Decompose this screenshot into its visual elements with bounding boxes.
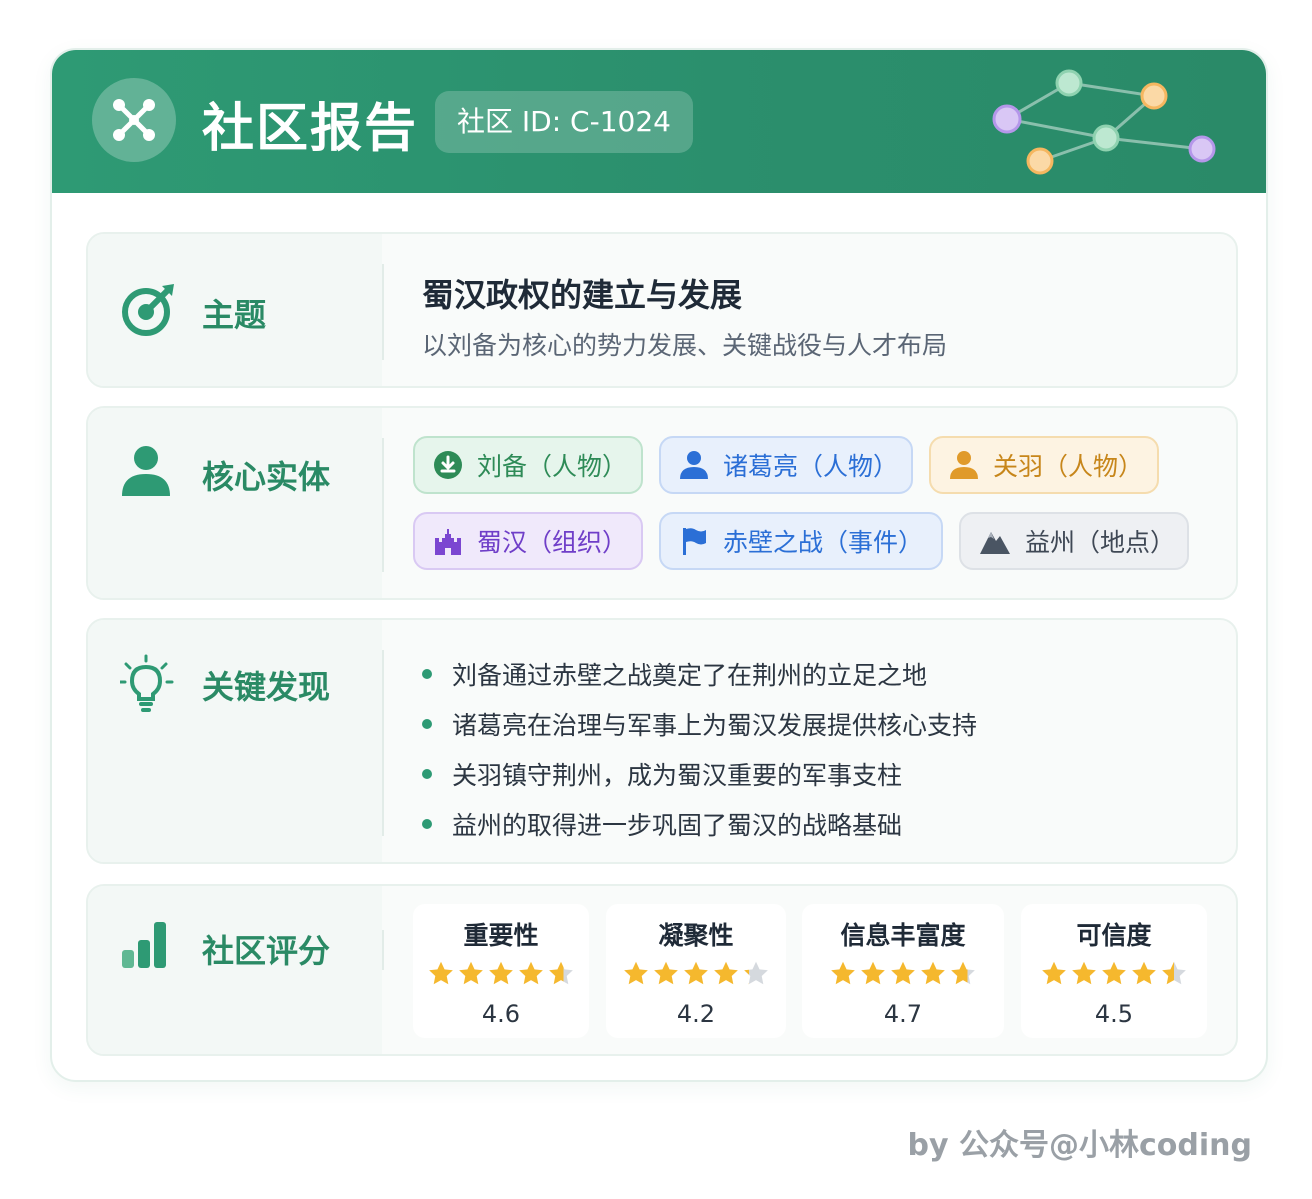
- finding-item: 诸葛亮在治理与军事上为蜀汉发展提供核心支持: [422, 706, 977, 742]
- star-icon: [1102, 961, 1126, 985]
- star-icon: [951, 961, 975, 985]
- star-icon: [489, 961, 513, 985]
- page-title: 社区报告: [202, 99, 419, 159]
- entity-chip-guanyu[interactable]: 关羽（人物）: [929, 436, 1159, 494]
- lightbulb-icon: [120, 654, 174, 712]
- topic-subtitle: 以刘备为核心的势力发展、关键战役与人才布局: [422, 331, 948, 360]
- person-icon: [122, 446, 170, 496]
- bar-chart-icon: [122, 922, 166, 968]
- star-icon: [1042, 961, 1066, 985]
- download-circle-icon: [433, 449, 463, 481]
- target-icon: [122, 284, 174, 336]
- star-icon: [861, 961, 885, 985]
- finding-item: 关羽镇守荆州，成为蜀汉重要的军事支柱: [422, 756, 902, 792]
- star-icon: [891, 961, 915, 985]
- mountain-icon: [979, 525, 1011, 557]
- entity-chip-liubei[interactable]: 刘备（人物）: [413, 436, 643, 494]
- castle-icon: [433, 525, 463, 557]
- footer-credit: by 公众号@小林coding: [907, 1128, 1252, 1163]
- score-card-richness: 信息丰富度 4.7: [802, 904, 1004, 1038]
- scores-label: 社区评分: [202, 932, 331, 970]
- star-icon: [429, 961, 453, 985]
- star-rating: [413, 960, 589, 986]
- star-icon: [684, 961, 708, 985]
- finding-item: 益州的取得进一步巩固了蜀汉的战略基础: [422, 806, 902, 842]
- scores-section: 社区评分 重要性 4.6 凝聚性 4.2 信息丰富度 4.7 可信度 4.5: [86, 884, 1238, 1056]
- community-id-badge: 社区 ID: C-1024: [435, 91, 693, 153]
- community-report-card: 社区报告 社区 ID: C-1024 主题 蜀汉政权的建立与发展 以刘备为核心的…: [50, 48, 1268, 1082]
- network-nodes-icon: [92, 78, 176, 162]
- score-card-credibility: 可信度 4.5: [1021, 904, 1207, 1038]
- entity-chip-yizhou[interactable]: 益州（地点）: [959, 512, 1189, 570]
- entities-label: 核心实体: [202, 458, 331, 496]
- flag-icon: [679, 525, 709, 557]
- star-icon: [921, 961, 945, 985]
- star-rating: [802, 960, 1004, 986]
- person-icon: [679, 449, 709, 481]
- star-rating: [1021, 960, 1207, 986]
- star-icon: [519, 961, 543, 985]
- star-icon: [1162, 961, 1186, 985]
- person-icon: [949, 449, 979, 481]
- star-icon: [549, 961, 573, 985]
- report-header: 社区报告 社区 ID: C-1024: [52, 50, 1266, 193]
- star-icon: [1132, 961, 1156, 985]
- score-card-cohesion: 凝聚性 4.2: [606, 904, 786, 1038]
- star-icon: [744, 961, 768, 985]
- star-icon: [714, 961, 738, 985]
- star-icon: [654, 961, 678, 985]
- topic-section: 主题 蜀汉政权的建立与发展 以刘备为核心的势力发展、关键战役与人才布局: [86, 232, 1238, 388]
- score-card-importance: 重要性 4.6: [413, 904, 589, 1038]
- findings-section: 关键发现 刘备通过赤壁之战奠定了在荆州的立足之地 诸葛亮在治理与军事上为蜀汉发展…: [86, 618, 1238, 864]
- topic-title: 蜀汉政权的建立与发展: [422, 276, 743, 314]
- entity-chip-zhugeliang[interactable]: 诸葛亮（人物）: [659, 436, 913, 494]
- star-icon: [624, 961, 648, 985]
- topic-label: 主题: [202, 296, 267, 334]
- entity-chip-shuhan[interactable]: 蜀汉（组织）: [413, 512, 643, 570]
- findings-label: 关键发现: [202, 668, 331, 706]
- entity-chip-chibi[interactable]: 赤壁之战（事件）: [659, 512, 943, 570]
- entities-section: 核心实体 刘备（人物） 诸葛亮（人物） 关羽（人物） 蜀汉（组织） 赤壁之战（事…: [86, 406, 1238, 600]
- finding-item: 刘备通过赤壁之战奠定了在荆州的立足之地: [422, 656, 927, 692]
- network-graph-decoration: [992, 69, 1216, 175]
- star-icon: [1072, 961, 1096, 985]
- star-icon: [459, 961, 483, 985]
- star-icon: [831, 961, 855, 985]
- star-rating: [606, 960, 786, 986]
